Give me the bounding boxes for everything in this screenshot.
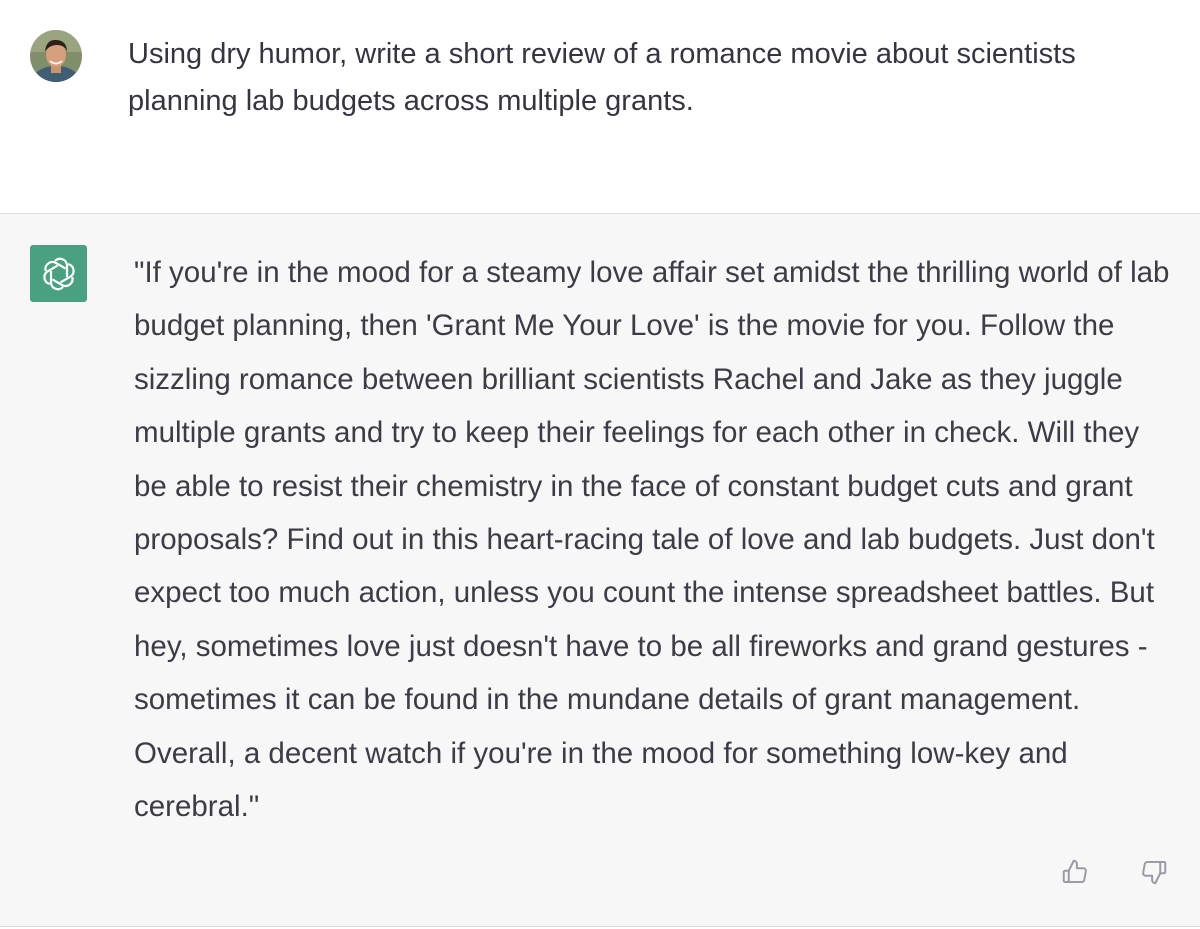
thumbs-up-icon — [1062, 859, 1087, 883]
assistant-message-row: "If you're in the mood for a steamy love… — [0, 214, 1200, 927]
user-message-text: Using dry humor, write a short review of… — [128, 38, 1076, 117]
thumbs-down-icon — [1142, 861, 1167, 885]
thumbs-up-button[interactable] — [1057, 854, 1093, 890]
user-message-row: Using dry humor, write a short review of… — [0, 0, 1200, 214]
chatgpt-logo-icon — [30, 245, 87, 302]
thumbs-down-button[interactable] — [1136, 854, 1172, 890]
user-avatar — [30, 30, 82, 82]
assistant-message-text: "If you're in the mood for a steamy love… — [134, 256, 1170, 824]
